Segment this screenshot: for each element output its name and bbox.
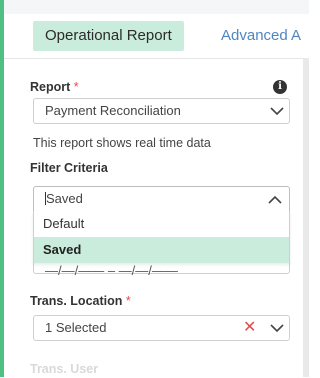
chevron-down-icon	[270, 324, 284, 333]
required-mark: *	[73, 80, 79, 94]
report-label-text: Report	[30, 80, 71, 94]
report-tabs: Operational Report Advanced A	[4, 14, 309, 58]
report-label: Report *	[30, 80, 79, 94]
trans-location-label-text: Trans. Location	[30, 294, 123, 308]
required-mark: *	[125, 294, 131, 308]
trans-location-value: 1 Selected	[45, 320, 107, 335]
option-default[interactable]: Default	[34, 211, 289, 237]
filter-criteria-label: Filter Criteria	[30, 161, 108, 175]
tab-advanced[interactable]: Advanced A	[209, 21, 313, 51]
filter-criteria-dropdown: Default Saved	[33, 211, 290, 263]
date-range-value: —/—/—— – —/—/——	[45, 263, 178, 278]
report-select-value: Payment Reconciliation	[45, 103, 181, 118]
report-select[interactable]: Payment Reconciliation	[33, 98, 290, 124]
option-saved[interactable]: Saved	[34, 237, 289, 263]
report-help-text: This report shows real time data	[33, 136, 211, 150]
clear-x-icon[interactable]: ✕	[243, 320, 256, 336]
trans-location-label: Trans. Location *	[30, 294, 131, 308]
filter-criteria-input[interactable]: Saved	[33, 186, 290, 212]
chevron-down-icon	[270, 107, 284, 116]
top-bar	[4, 0, 309, 15]
panel-scroll-edge	[303, 58, 309, 377]
trans-user-label: Trans. User	[30, 362, 99, 376]
trans-location-select[interactable]: 1 Selected ✕	[33, 315, 290, 341]
info-icon[interactable]: i	[273, 80, 287, 94]
filter-criteria-value: Saved	[45, 191, 83, 206]
tab-operational-report[interactable]: Operational Report	[33, 21, 184, 51]
chevron-up-icon	[268, 195, 282, 204]
